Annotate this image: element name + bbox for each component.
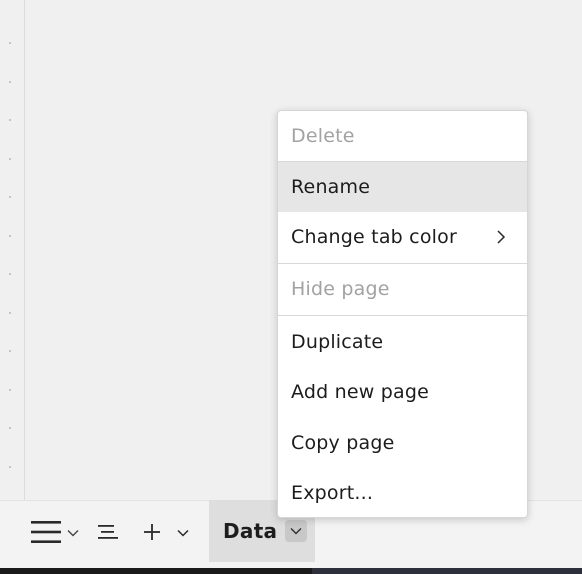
plus-icon <box>144 524 160 540</box>
menu-item-hide-page: Hide page <box>278 264 527 314</box>
ruler-tick <box>9 312 11 314</box>
ruler-tick <box>9 350 11 352</box>
add-dropdown-button[interactable] <box>176 527 190 539</box>
menu-item-change-tab-color[interactable]: Change tab color <box>278 212 527 262</box>
menu-item-label: Delete <box>291 125 355 147</box>
ruler-tick <box>9 466 11 468</box>
ruler-tick <box>9 427 11 429</box>
tab-context-menu: Delete Rename Change tab color Hide page… <box>277 110 528 518</box>
chevron-down-icon <box>67 530 79 537</box>
menu-divider <box>278 315 527 316</box>
menu-item-export[interactable]: Export... <box>278 468 527 517</box>
menu-item-copy-page[interactable]: Copy page <box>278 418 527 468</box>
window-bottom-edge <box>0 568 582 574</box>
outline-list-icon <box>98 525 118 539</box>
vertical-ruler <box>0 0 25 500</box>
hamburger-button[interactable] <box>30 516 62 548</box>
outline-button[interactable] <box>94 518 122 546</box>
chevron-down-icon <box>290 527 302 535</box>
ruler-tick <box>9 81 11 83</box>
menu-item-delete: Delete <box>278 111 527 161</box>
ruler-tick <box>9 389 11 391</box>
menu-item-label: Change tab color <box>291 226 457 248</box>
menu-item-label: Rename <box>291 176 371 198</box>
chevron-down-icon <box>177 529 189 537</box>
menu-item-label: Export... <box>291 482 374 504</box>
ruler-tick <box>9 235 11 237</box>
menu-dropdown-button[interactable] <box>66 527 80 539</box>
menu-item-add-new-page[interactable]: Add new page <box>278 367 527 417</box>
ruler-tick <box>9 42 11 44</box>
tab-label: Data <box>223 519 278 543</box>
ruler-tick <box>9 273 11 275</box>
menu-item-label: Hide page <box>291 278 390 300</box>
ruler-tick <box>9 119 11 121</box>
chevron-right-icon <box>497 230 506 244</box>
ruler-tick <box>9 196 11 198</box>
menu-item-label: Duplicate <box>291 331 384 353</box>
menu-item-label: Copy page <box>291 432 395 454</box>
hamburger-icon <box>31 521 61 543</box>
window-bottom-edge-highlight <box>312 568 582 574</box>
menu-item-label: Add new page <box>291 381 429 403</box>
menu-item-duplicate[interactable]: Duplicate <box>278 317 527 367</box>
add-page-button[interactable] <box>140 518 164 546</box>
menu-item-rename[interactable]: Rename <box>278 162 527 212</box>
ruler-tick <box>9 158 11 160</box>
tab-dropdown-button[interactable] <box>285 520 307 542</box>
